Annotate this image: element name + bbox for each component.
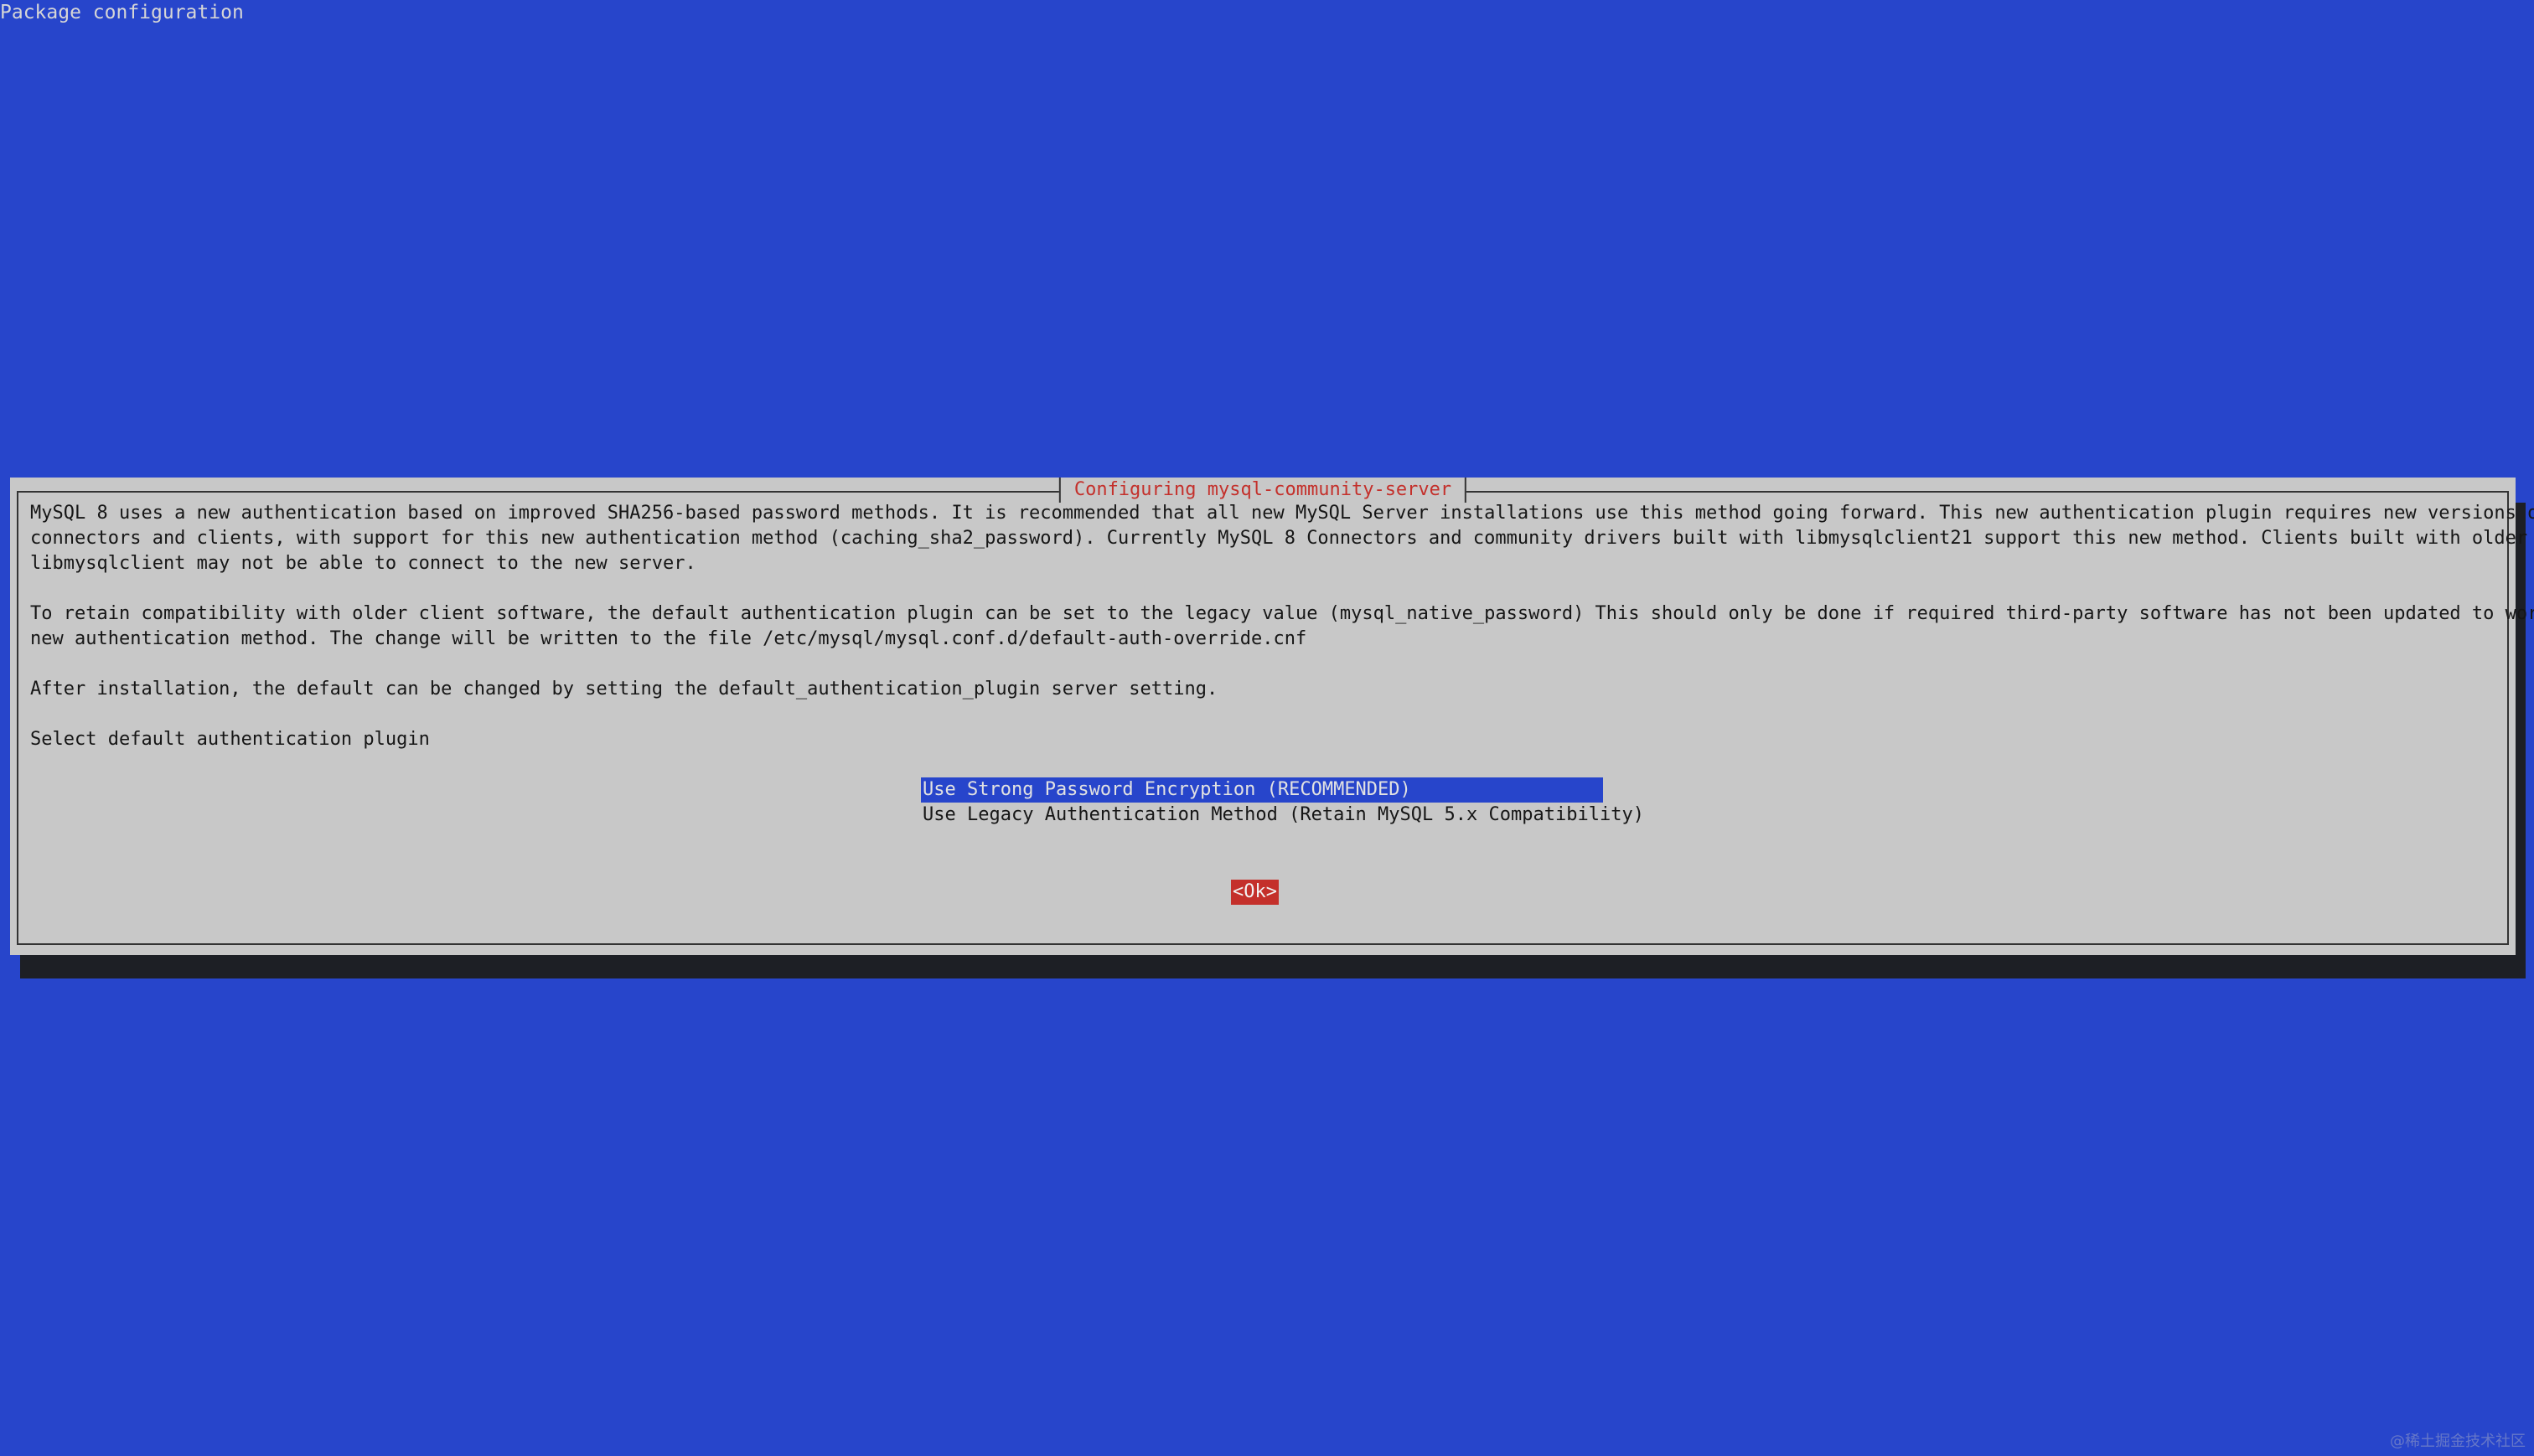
configuration-dialog: Configuring mysql-community-server MySQL… — [10, 478, 2534, 955]
option-legacy-authentication[interactable]: Use Legacy Authentication Method (Retain… — [921, 803, 1644, 828]
watermark: @稀土掘金技术社区 — [2390, 1433, 2526, 1450]
description-line: new authentication method. The change wi… — [30, 628, 1307, 649]
auth-plugin-options: Use Strong Password Encryption (RECOMMEN… — [921, 777, 1644, 828]
dialog-title: Configuring mysql-community-server — [1058, 478, 1467, 503]
description-line: libmysqlclient may not be able to connec… — [30, 553, 696, 574]
window-title: Package configuration — [0, 2, 244, 23]
dialog-body: MySQL 8 uses a new authentication based … — [30, 501, 2534, 752]
prompt-line: Select default authentication plugin — [30, 729, 430, 750]
description-line: After installation, the default can be c… — [30, 679, 1218, 700]
description-line: To retain compatibility with older clien… — [30, 603, 2534, 624]
description-line: connectors and clients, with support for… — [30, 528, 2534, 549]
ok-button[interactable]: <Ok> — [1231, 880, 1279, 905]
option-strong-password-encryption[interactable]: Use Strong Password Encryption (RECOMMEN… — [921, 777, 1603, 803]
description-line: MySQL 8 uses a new authentication based … — [30, 503, 2534, 524]
